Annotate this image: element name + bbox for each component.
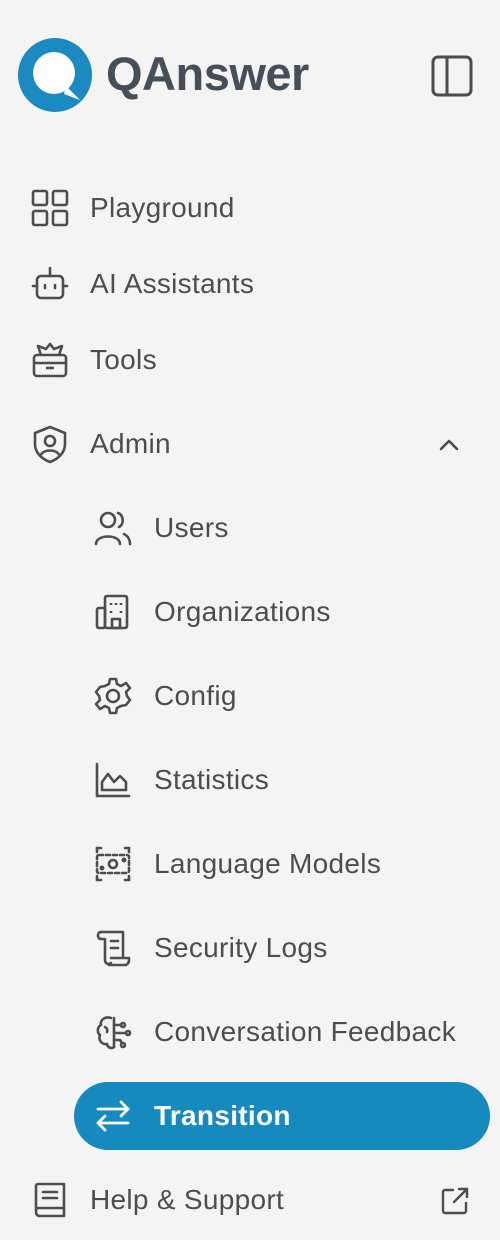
nav-item-statistics[interactable]: Statistics: [0, 746, 500, 814]
nav-item-help-support[interactable]: Help & Support: [0, 1166, 500, 1234]
qanswer-logo-icon: [16, 36, 94, 114]
nav-label-users: Users: [154, 512, 229, 543]
nav-item-config[interactable]: Config: [0, 662, 500, 730]
nav-label-statistics: Statistics: [154, 764, 270, 795]
arrows-exchange-icon: [93, 1096, 133, 1136]
nav-label-organizations: Organizations: [154, 596, 331, 627]
nav-label-help-support: Help & Support: [90, 1184, 285, 1215]
nav-label-playground: Playground: [90, 192, 235, 223]
nav-item-conversation-feedback[interactable]: Conversation Feedback: [0, 998, 500, 1066]
chevron-up-icon[interactable]: [434, 430, 464, 460]
nav-item-language-models[interactable]: Language Models: [0, 830, 500, 898]
nav-label-conversation-feedback: Conversation Feedback: [154, 1016, 457, 1047]
scroll-icon: [93, 928, 133, 968]
chart-icon: [93, 760, 133, 800]
nav-label-admin: Admin: [90, 428, 171, 459]
nav-label-ai-assistants: AI Assistants: [90, 268, 255, 299]
nav-label-tools: Tools: [90, 344, 157, 375]
brand-name: QAnswer: [106, 47, 309, 100]
nav-item-tools[interactable]: Tools: [0, 326, 500, 394]
book-icon: [30, 1180, 70, 1220]
robot-icon: [30, 264, 70, 304]
nav-item-security-logs[interactable]: Security Logs: [0, 914, 500, 982]
nav-item-users[interactable]: Users: [0, 494, 500, 562]
sidebar-header: QAnswer: [0, 0, 500, 150]
users-icon: [93, 508, 133, 548]
nav-item-transition[interactable]: Transition: [74, 1082, 490, 1150]
shield-user-icon: [30, 424, 70, 464]
gear-icon: [93, 676, 133, 716]
grid-icon: [30, 188, 70, 228]
nav-label-transition: Transition: [154, 1100, 291, 1131]
nav-label-security-logs: Security Logs: [154, 932, 328, 963]
building-icon: [93, 592, 133, 632]
nav-item-admin[interactable]: Admin: [0, 410, 500, 478]
nav-item-ai-assistants[interactable]: AI Assistants: [0, 250, 500, 318]
sidebar-toggle-icon[interactable]: [430, 54, 474, 98]
nav-item-organizations[interactable]: Organizations: [0, 578, 500, 646]
nav-label-language-models: Language Models: [154, 848, 382, 879]
nav-label-config: Config: [154, 680, 237, 711]
external-link-icon[interactable]: [440, 1186, 470, 1216]
nav-item-playground[interactable]: Playground: [0, 174, 500, 242]
cpu-settings-icon: [93, 844, 133, 884]
toolbox-icon: [30, 340, 70, 380]
brain-icon: [93, 1012, 133, 1052]
